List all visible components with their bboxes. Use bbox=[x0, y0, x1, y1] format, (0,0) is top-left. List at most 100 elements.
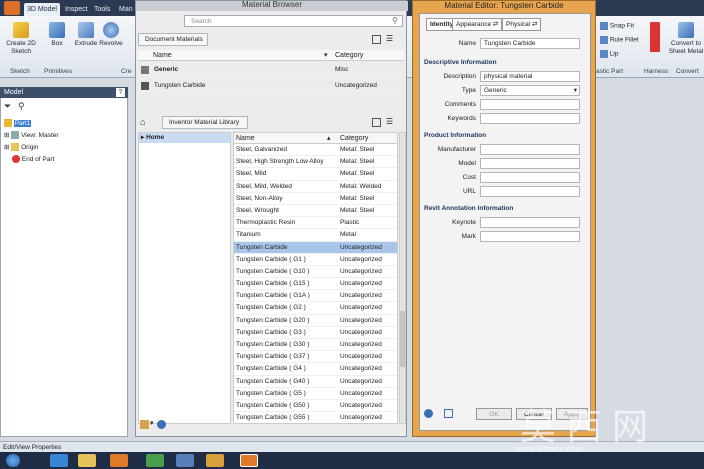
product-section-header[interactable]: Product Information bbox=[424, 132, 486, 139]
library-material-row[interactable]: Tungsten Carbide ( G3 ) Uncategorized bbox=[234, 327, 397, 339]
comments-field[interactable] bbox=[480, 99, 580, 110]
library-material-row[interactable]: Tungsten Carbide ( G55 ) Uncategorized bbox=[234, 412, 397, 423]
library-material-row[interactable]: Tungsten Carbide ( G37 ) Uncategorized bbox=[234, 351, 397, 364]
document-material-row[interactable]: Tungsten Carbide Uncategorized bbox=[138, 80, 404, 93]
material-options-icon[interactable] bbox=[424, 409, 433, 418]
material-category: Uncategorized bbox=[340, 389, 382, 397]
library-material-row[interactable]: Steel, High Strength Low Alloy Metal: Ste… bbox=[234, 156, 397, 169]
column-category[interactable]: Category bbox=[340, 133, 368, 144]
document-material-row[interactable]: Generic Misc bbox=[138, 64, 404, 77]
library-material-row[interactable]: Tungsten Carbide ( G15 ) Uncategorized bbox=[234, 278, 397, 291]
app-icon[interactable] bbox=[176, 454, 194, 467]
column-name[interactable]: Name bbox=[236, 133, 255, 144]
library-material-row[interactable]: Steel, Wrought Metal: Steel bbox=[234, 205, 397, 218]
search-icon[interactable]: ⚲ bbox=[392, 16, 398, 25]
dropdown-arrow-icon[interactable]: ▾ bbox=[150, 419, 154, 427]
library-material-row[interactable]: Tungsten Carbide ( G1 ) Uncategorized bbox=[234, 254, 397, 266]
material-category: Uncategorized bbox=[340, 255, 382, 263]
tab-physical[interactable]: Physical ⇄ bbox=[502, 18, 542, 31]
keywords-field[interactable] bbox=[480, 113, 580, 124]
material-editor-icon[interactable] bbox=[157, 420, 166, 429]
explorer-icon[interactable] bbox=[78, 454, 96, 467]
filter-icon[interactable]: ⏷ bbox=[4, 101, 11, 112]
media-icon[interactable] bbox=[110, 454, 128, 467]
type-select[interactable]: Generic ▾ bbox=[480, 85, 580, 96]
help-icon[interactable]: ? bbox=[116, 88, 125, 97]
home-icon[interactable]: ⌂ bbox=[140, 117, 145, 127]
find-icon[interactable]: ⚲ bbox=[18, 101, 25, 112]
library-material-row[interactable]: Tungsten Carbide ( G5 ) Uncategorized bbox=[234, 388, 397, 400]
material-browser-icon[interactable] bbox=[444, 409, 453, 418]
sort-icon[interactable]: ▾ bbox=[324, 50, 328, 61]
material-name: Steel, Galvanized bbox=[236, 146, 287, 153]
cost-field[interactable] bbox=[480, 172, 580, 183]
tab-manage[interactable]: Man bbox=[116, 3, 136, 16]
library-material-row[interactable]: Steel, Galvanized Metal: Steel bbox=[234, 144, 397, 157]
library-scrollbar[interactable] bbox=[399, 132, 406, 424]
document-materials-breadcrumb[interactable]: Document Materials bbox=[138, 33, 208, 46]
column-category[interactable]: Category bbox=[335, 50, 363, 61]
model-field[interactable] bbox=[480, 158, 580, 169]
description-field[interactable]: physical material bbox=[480, 71, 580, 82]
app-logo-icon[interactable] bbox=[4, 1, 20, 15]
grid-view-icon[interactable] bbox=[372, 118, 381, 127]
lip-button[interactable]: Lip bbox=[600, 50, 619, 58]
list-view-icon[interactable]: ☰ bbox=[386, 34, 393, 43]
library-material-row[interactable]: Titanium Metal bbox=[234, 229, 397, 242]
library-material-row[interactable]: Steel, Non-Alloy Metal: Steel bbox=[234, 193, 397, 205]
add-material-icon[interactable] bbox=[140, 420, 149, 429]
tab-inspect[interactable]: Inspect bbox=[62, 3, 91, 16]
tree-item-origin[interactable]: ⊞ Origin bbox=[4, 143, 38, 153]
library-material-row[interactable]: Tungsten Carbide ( G2 ) Uncategorized bbox=[234, 302, 397, 315]
search-input[interactable]: Search bbox=[184, 15, 403, 27]
library-material-row[interactable]: Tungsten Carbide ( G1A ) Uncategorized bbox=[234, 290, 397, 303]
ie-icon[interactable] bbox=[50, 454, 68, 467]
ok-button[interactable]: OK bbox=[476, 408, 512, 420]
paint-icon[interactable] bbox=[206, 454, 224, 467]
revolve-button[interactable]: Revolve bbox=[99, 22, 123, 48]
mark-field[interactable] bbox=[480, 231, 580, 242]
url-field[interactable] bbox=[480, 186, 580, 197]
harness-icon[interactable] bbox=[650, 22, 660, 52]
library-material-row[interactable]: Tungsten Carbide ( G50 ) Uncategorized bbox=[234, 400, 397, 413]
rule-fillet-button[interactable]: Rule Fillet bbox=[600, 36, 639, 44]
scrollbar-thumb[interactable] bbox=[400, 311, 405, 367]
tree-item-part1[interactable]: Part1 bbox=[4, 119, 32, 129]
tree-item-view-master[interactable]: ⊞ View: Master bbox=[4, 131, 59, 141]
material-name: Tungsten Carbide ( G2 ) bbox=[236, 304, 306, 312]
tab-tools[interactable]: Tools bbox=[91, 3, 113, 16]
column-name[interactable]: Name bbox=[153, 50, 172, 61]
library-material-row[interactable]: Tungsten Carbide ( G4 ) Uncategorized bbox=[234, 363, 397, 376]
list-view-icon[interactable]: ☰ bbox=[386, 117, 393, 126]
library-home-item[interactable]: ▸ Home bbox=[139, 133, 230, 143]
create-sketch-button[interactable]: Create 2D Sketch bbox=[4, 22, 38, 56]
start-icon[interactable] bbox=[6, 454, 20, 467]
convert-sheet-metal-button[interactable]: Convert to Sheet Metal bbox=[668, 22, 704, 56]
library-material-row[interactable]: Tungsten Carbide ( G30 ) Uncategorized bbox=[234, 339, 397, 352]
tab-appearance[interactable]: Appearance ⇄ bbox=[452, 18, 503, 31]
box-button[interactable]: Box bbox=[44, 22, 70, 48]
snap-fit-button[interactable]: Snap Fit bbox=[600, 22, 634, 30]
revit-section-header[interactable]: Revit Annotation Information bbox=[424, 205, 513, 212]
tab-3d-model[interactable]: 3D Model bbox=[24, 3, 60, 16]
library-material-row[interactable]: Thermoplastic Resin Plastic bbox=[234, 217, 397, 230]
tree-item-end-of-part[interactable]: End of Part bbox=[12, 155, 54, 165]
library-breadcrumb[interactable]: Inventor Material Library bbox=[162, 116, 248, 129]
name-field[interactable]: Tungsten Carbide bbox=[480, 38, 580, 49]
library-material-row[interactable]: Tungsten Carbide ( G10 ) Uncategorized bbox=[234, 266, 397, 279]
library-material-row[interactable]: Steel, Mild, Welded Metal: Welded bbox=[234, 181, 397, 193]
expand-icon[interactable]: ⊞ bbox=[4, 132, 9, 139]
inventor-icon[interactable] bbox=[240, 454, 258, 467]
extrude-button[interactable]: Extrude bbox=[74, 22, 98, 48]
library-material-row[interactable]: Steel, Mild Metal: Steel bbox=[234, 168, 397, 181]
manufacturer-field[interactable] bbox=[480, 144, 580, 155]
chrome-icon[interactable] bbox=[146, 454, 164, 467]
library-material-row[interactable]: Tungsten Carbide ( G20 ) Uncategorized bbox=[234, 315, 397, 327]
keynote-field[interactable] bbox=[480, 217, 580, 228]
grid-view-icon[interactable] bbox=[372, 35, 381, 44]
expand-icon[interactable]: ⊞ bbox=[4, 144, 9, 151]
sort-icon[interactable]: ▴ bbox=[327, 133, 331, 144]
library-material-row[interactable]: Tungsten Carbide Uncategorized bbox=[234, 241, 397, 254]
library-material-row[interactable]: Tungsten Carbide ( G40 ) Uncategorized bbox=[234, 376, 397, 388]
descriptive-section-header[interactable]: Descriptive Information bbox=[424, 59, 497, 66]
